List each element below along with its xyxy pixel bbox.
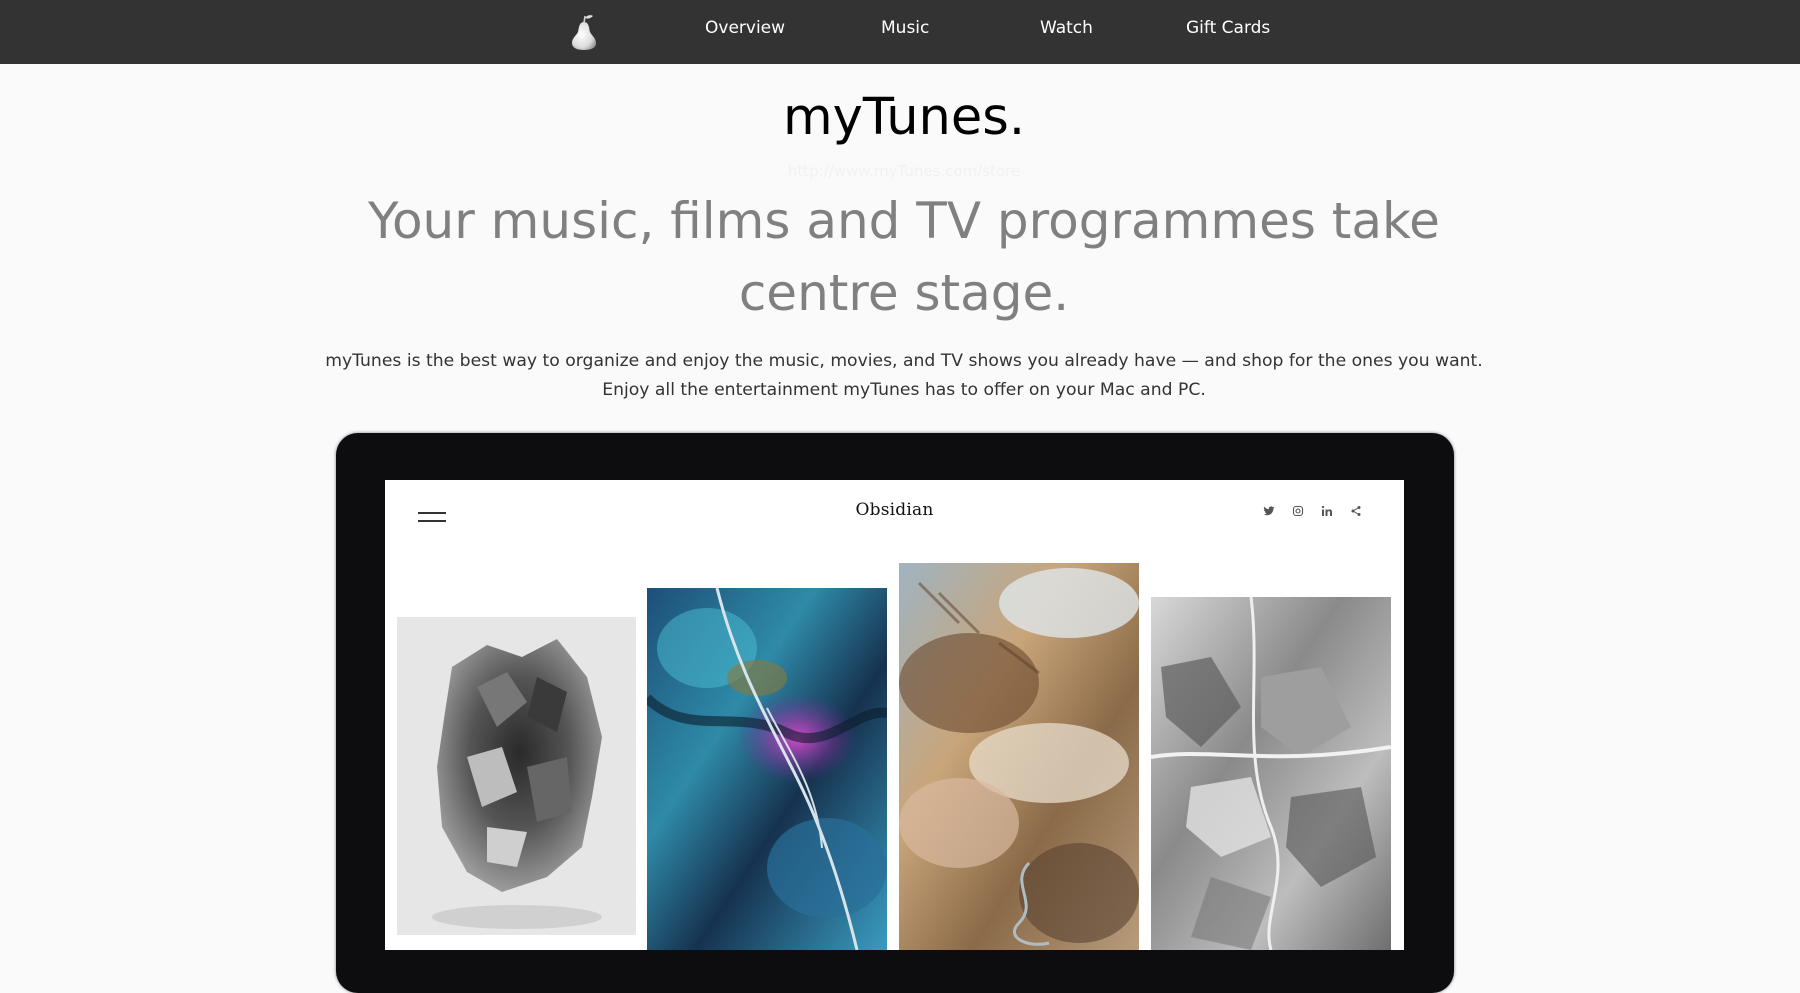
- pear-logo-icon[interactable]: [567, 12, 601, 50]
- blue-mineral-image: [647, 588, 887, 950]
- marble-texture-image: [1151, 597, 1391, 950]
- page-title: myTunes.: [782, 88, 1026, 147]
- nav-link-watch[interactable]: Watch: [1040, 0, 1093, 64]
- top-navigation: Overview Music Watch Gift Cards: [0, 0, 1800, 64]
- nav-link-gift-cards[interactable]: Gift Cards: [1186, 0, 1270, 64]
- grayscale-crystal-image: [397, 617, 636, 935]
- share-icon: [1347, 504, 1365, 522]
- twitter-icon: [1260, 504, 1278, 522]
- linkedin-icon: [1318, 504, 1336, 522]
- instagram-icon: [1289, 504, 1307, 522]
- nav-link-overview[interactable]: Overview: [705, 0, 785, 64]
- laptop-screen-image: Obsidian: [385, 480, 1404, 950]
- desert-aerial-image: [899, 563, 1139, 950]
- hero-heading: Your music, films and TV programmes take…: [368, 192, 1440, 322]
- store-url-text: http://www.myTunes.com/store: [787, 162, 1021, 180]
- hero-description: myTunes is the best way to organize and …: [325, 351, 1483, 400]
- nav-link-music[interactable]: Music: [881, 0, 929, 64]
- mockup-brand-title: Obsidian: [855, 500, 934, 520]
